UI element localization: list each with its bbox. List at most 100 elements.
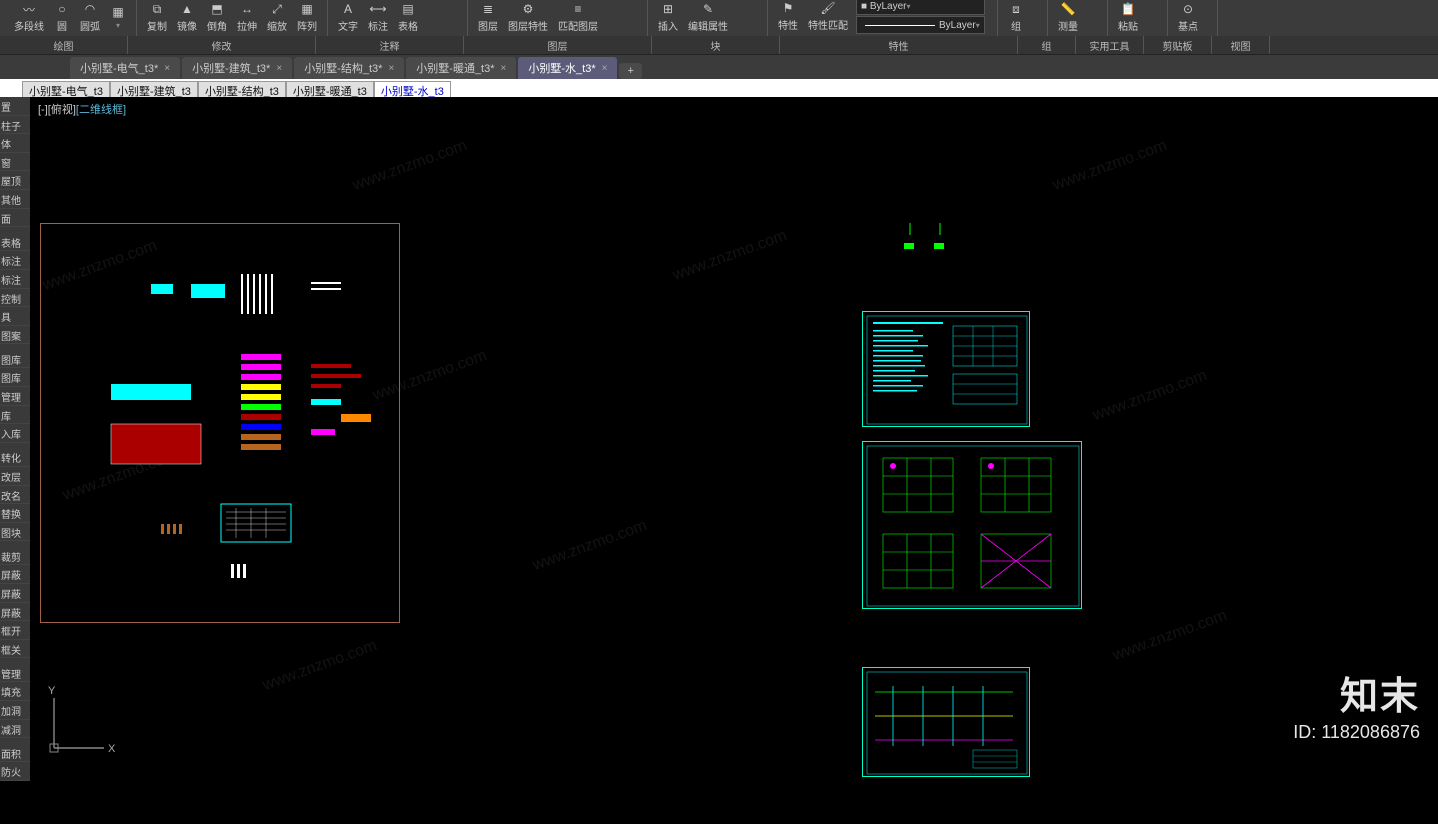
insert-button[interactable]: ⊞插入 (656, 0, 680, 34)
close-icon[interactable]: × (501, 63, 507, 74)
side-tool-item[interactable]: 库 (0, 406, 30, 425)
copy-button[interactable]: ⧉复制 (145, 0, 169, 34)
base-button[interactable]: ⊙基点 (1176, 0, 1200, 34)
layer-props-button[interactable]: ⚙图层特性 (506, 0, 550, 34)
panel-draw[interactable]: 绘图 (0, 36, 128, 54)
side-tool-item[interactable]: 图库 (0, 350, 30, 369)
side-tool-item[interactable]: 减洞 (0, 720, 30, 739)
side-tool-item[interactable]: 图库 (0, 368, 30, 387)
side-tool-item[interactable]: 框关 (0, 640, 30, 659)
close-icon[interactable]: × (276, 63, 282, 74)
match-props-button[interactable]: 🖌特性匹配 (806, 0, 850, 33)
system-content (863, 668, 1031, 778)
panel-annotate[interactable]: 注释 (316, 36, 464, 54)
panel-props[interactable]: 特性 (780, 36, 1018, 54)
ribbon-buttons-row: 〰多段线 ○圆 ◠圆弧 ▦▾ ⧉复制 ▲镜像 ⬒倒角 ↔拉伸 ⤢缩放 ▦阵列 A… (0, 0, 1438, 36)
side-tool-item[interactable]: 屋顶 (0, 171, 30, 190)
properties-button[interactable]: ⚑特性 (776, 0, 800, 33)
match-props-icon: 🖌 (820, 0, 836, 16)
side-tool-item[interactable]: 控制 (0, 289, 30, 308)
file-tab-active[interactable]: 小别墅-水_t3*× (518, 57, 617, 79)
sheet-spec (862, 311, 1030, 427)
group-icon: ⧈ (1008, 1, 1024, 17)
close-icon[interactable]: × (602, 63, 608, 74)
side-tool-item[interactable]: 管理 (0, 387, 30, 406)
side-tool-item[interactable]: 管理 (0, 664, 30, 683)
side-tool-item[interactable]: 柱子 (0, 116, 30, 135)
side-tool-item[interactable]: 防火 (0, 762, 30, 781)
side-tool-item[interactable]: 裁剪 (0, 547, 30, 566)
side-tool-item[interactable]: 图块 (0, 523, 30, 542)
side-tool-item[interactable]: 标注 (0, 251, 30, 270)
side-tool-item[interactable]: 面积 (0, 744, 30, 763)
file-tab[interactable]: 小别墅-电气_t3*× (70, 57, 180, 79)
layout-tab[interactable]: 小别墅-电气_t3 (22, 81, 110, 97)
work-area: 置柱子体窗屋顶其他面 表格标注标注控制具图案 图库图库管理库入库 转化改层改名替… (0, 97, 1438, 781)
add-tab-button[interactable]: + (619, 63, 641, 79)
color-bylayer-select[interactable]: ■ ByLayer ▾ (856, 0, 985, 15)
text-button[interactable]: A文字 (336, 0, 360, 34)
sheet-system (862, 667, 1030, 777)
panel-block[interactable]: 块 (652, 36, 780, 54)
panel-layers[interactable]: 图层 (464, 36, 652, 54)
side-tool-item[interactable]: 图案 (0, 326, 30, 345)
layout-tab[interactable]: 小别墅-结构_t3 (198, 81, 286, 97)
side-tool-item[interactable]: 屏蔽 (0, 584, 30, 603)
mirror-button[interactable]: ▲镜像 (175, 0, 199, 34)
layer-button[interactable]: ≣图层 (476, 0, 500, 34)
stretch-button[interactable]: ↔拉伸 (235, 0, 259, 34)
panel-view[interactable]: 视图 (1212, 36, 1270, 54)
paste-button[interactable]: 📋粘贴 (1116, 0, 1140, 34)
side-tool-item[interactable]: 屏蔽 (0, 565, 30, 584)
side-tool-item[interactable]: 体 (0, 134, 30, 153)
polyline-button[interactable]: 〰多段线 (12, 0, 46, 34)
side-tool-item[interactable]: 入库 (0, 424, 30, 443)
panel-util[interactable]: 实用工具 (1076, 36, 1144, 54)
side-tool-item[interactable]: 面 (0, 209, 30, 228)
view-label[interactable]: [-][俯视][二维线框] (38, 101, 126, 117)
dimension-button[interactable]: ⟷标注 (366, 0, 390, 34)
panel-groups[interactable]: 组 (1018, 36, 1076, 54)
close-icon[interactable]: × (164, 63, 170, 74)
close-icon[interactable]: × (388, 63, 394, 74)
insert-icon: ⊞ (660, 1, 676, 17)
side-tool-item[interactable]: 表格 (0, 233, 30, 252)
circle-icon: ○ (54, 1, 70, 17)
measure-button[interactable]: 📏测量 (1056, 0, 1080, 34)
edit-attr-button[interactable]: ✎编辑属性 (686, 0, 730, 34)
drawing-canvas[interactable]: [-][俯视][二维线框] www.znzmo.com www.znzmo.co… (30, 97, 1438, 781)
layout-tab[interactable]: 小别墅-暖通_t3 (286, 81, 374, 97)
draw-more-button[interactable]: ▦▾ (108, 3, 128, 31)
side-tool-item[interactable]: 其他 (0, 190, 30, 209)
side-tool-item[interactable]: 转化 (0, 448, 30, 467)
side-tool-item[interactable]: 具 (0, 307, 30, 326)
arc-button[interactable]: ◠圆弧 (78, 0, 102, 34)
side-tool-item[interactable]: 替换 (0, 504, 30, 523)
side-tool-item[interactable]: 填充 (0, 682, 30, 701)
chamfer-button[interactable]: ⬒倒角 (205, 0, 229, 34)
file-tab[interactable]: 小别墅-结构_t3*× (294, 57, 404, 79)
file-tab[interactable]: 小别墅-暖通_t3*× (406, 57, 516, 79)
side-tool-item[interactable]: 窗 (0, 153, 30, 172)
side-tool-item[interactable]: 改名 (0, 486, 30, 505)
file-tab[interactable]: 小别墅-建筑_t3*× (182, 57, 292, 79)
layout-tab[interactable]: 小别墅-建筑_t3 (110, 81, 198, 97)
panel-clipboard[interactable]: 剪贴板 (1144, 36, 1212, 54)
circle-button[interactable]: ○圆 (52, 0, 72, 34)
side-tool-item[interactable]: 加洞 (0, 701, 30, 720)
side-tool-item[interactable]: 标注 (0, 270, 30, 289)
side-tool-item[interactable]: 屏蔽 (0, 603, 30, 622)
table-icon: ▤ (400, 1, 416, 17)
group-button[interactable]: ⧈组 (1006, 0, 1026, 34)
panel-modify[interactable]: 修改 (128, 36, 316, 54)
watermark: www.znzmo.com (351, 137, 470, 195)
table-button[interactable]: ▤表格 (396, 0, 420, 34)
side-tool-item[interactable]: 置 (0, 97, 30, 116)
scale-button[interactable]: ⤢缩放 (265, 0, 289, 34)
layout-tab-active[interactable]: 小别墅-水_t3 (374, 81, 451, 97)
array-button[interactable]: ▦阵列 (295, 0, 319, 34)
side-tool-item[interactable]: 框开 (0, 621, 30, 640)
side-tool-item[interactable]: 改层 (0, 467, 30, 486)
match-layer-button[interactable]: ≡匹配图层 (556, 0, 600, 34)
linetype-bylayer-select[interactable]: ByLayer ▾ (856, 16, 985, 34)
